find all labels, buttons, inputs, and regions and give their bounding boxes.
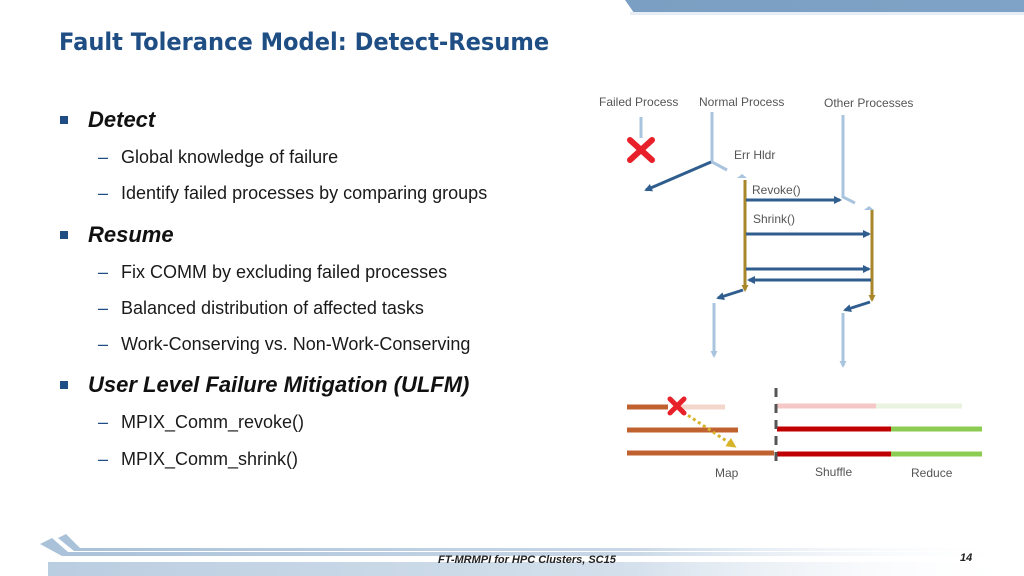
failure-x-icon bbox=[627, 137, 655, 163]
error-notify-arrow bbox=[644, 160, 712, 192]
other-handler-entry-icon bbox=[864, 206, 874, 210]
resume-arrow-other bbox=[843, 300, 871, 312]
err-handler-entry-icon bbox=[737, 174, 747, 178]
footer-text: FT-MRMPI for HPC Clusters, SC15 bbox=[438, 554, 616, 566]
normal-process-timeline bbox=[710, 112, 728, 172]
fault-tolerance-diagram bbox=[627, 112, 982, 464]
mapreduce-phases bbox=[627, 388, 982, 464]
footer-decorative-stripes bbox=[40, 534, 1024, 576]
page-number: 14 bbox=[960, 552, 973, 564]
other-process-timeline bbox=[841, 115, 856, 205]
resume-arrow-normal bbox=[716, 288, 744, 300]
